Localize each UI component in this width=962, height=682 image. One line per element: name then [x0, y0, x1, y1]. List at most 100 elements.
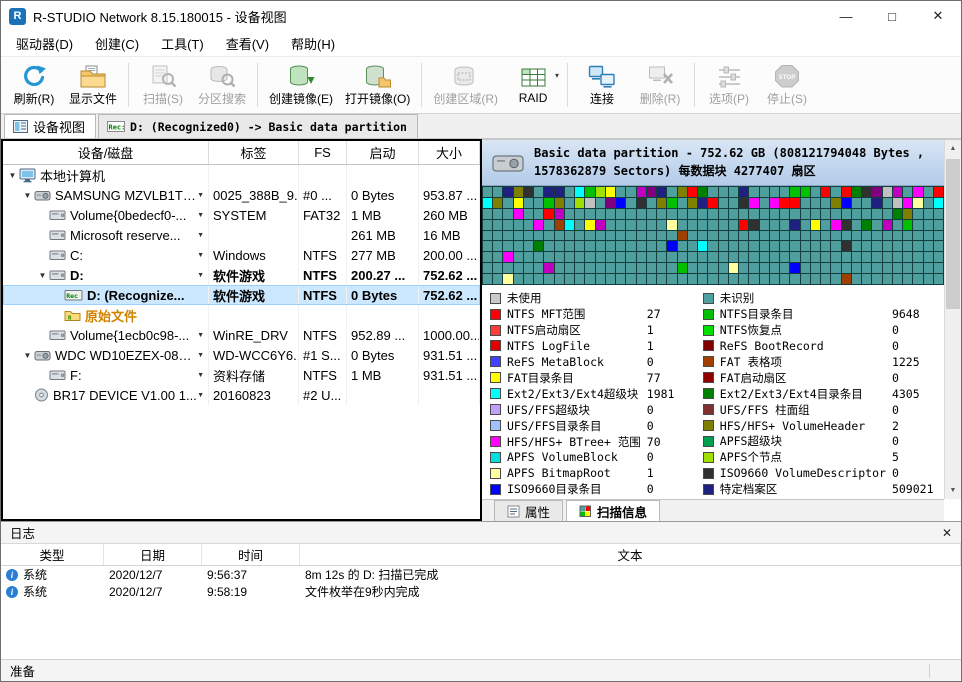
log-column-header-1[interactable]: 日期: [104, 544, 202, 565]
log-row-1[interactable]: i系统2020/12/79:58:19文件枚举在9秒内完成: [1, 583, 961, 600]
toolbar-create-image-button[interactable]: 创建镜像(E): [263, 58, 339, 112]
tree-column-header-2[interactable]: FS: [299, 141, 347, 164]
legend-label: FAT 表格项: [720, 354, 886, 370]
tree-column-header-3[interactable]: 启动: [347, 141, 419, 164]
scrollbar-thumb[interactable]: [946, 159, 960, 309]
minimize-button[interactable]: —: [823, 1, 869, 31]
expander-icon[interactable]: ▼: [21, 191, 34, 200]
volume-icon: [49, 229, 66, 241]
tree-column-header-0[interactable]: 设备/磁盘: [3, 141, 209, 164]
toolbar-refresh-button[interactable]: 刷新(R): [5, 58, 63, 112]
block-map-cell: [821, 198, 830, 208]
menu-item-2[interactable]: 工具(T): [150, 31, 215, 56]
toolbar-show-files-button[interactable]: 显示文件: [63, 58, 123, 112]
expander-icon[interactable]: ▼: [21, 351, 34, 360]
tree-row-9[interactable]: ▼WDC WD10EZEX-08W...▼WD-WCC6Y6...#1 S...…: [3, 345, 480, 365]
log-close-icon[interactable]: ✕: [942, 526, 952, 540]
block-map-cell: [729, 241, 738, 251]
combo-arrow-icon[interactable]: ▼: [197, 212, 206, 219]
tree-row-3[interactable]: Microsoft reserve...▼261 MB16 MB: [3, 225, 480, 245]
block-map-cell: [555, 263, 564, 273]
menu-item-1[interactable]: 创建(C): [84, 31, 150, 56]
tree-row-0[interactable]: ▼本地计算机: [3, 165, 480, 185]
legend-count: 4305: [892, 387, 944, 401]
combo-arrow-icon[interactable]: ▼: [197, 372, 206, 379]
log-column-header-0[interactable]: 类型: [1, 544, 104, 565]
menu-item-0[interactable]: 驱动器(D): [5, 31, 84, 56]
dropdown-arrow-icon[interactable]: ▾: [555, 71, 559, 80]
maximize-button[interactable]: □: [869, 1, 915, 31]
menu-item-4[interactable]: 帮助(H): [280, 31, 346, 56]
fs-cell: #0 ...: [299, 185, 347, 205]
log-column-header-2[interactable]: 时间: [202, 544, 300, 565]
tab-scan-result[interactable]: Rec:D: (Recognized0) -> Basic data parti…: [98, 114, 418, 138]
tree-row-1[interactable]: ▼SAMSUNG MZVLB1T0...▼0025_388B_9...#0 ..…: [3, 185, 480, 205]
vertical-scrollbar[interactable]: ▲ ▼: [944, 140, 961, 499]
legend-swatch: [490, 293, 501, 304]
block-map-cell: [514, 263, 523, 273]
block-map-cell: [852, 220, 861, 230]
tree-row-5[interactable]: ▼D:▼软件游戏NTFS200.27 ...752.62 ...: [3, 265, 480, 285]
menu-item-3[interactable]: 查看(V): [215, 31, 280, 56]
block-map-cell: [493, 209, 502, 219]
log-time-cell: 9:58:19: [202, 583, 300, 600]
toolbar-connect-button[interactable]: 连接: [573, 58, 631, 112]
block-map-cell: [616, 263, 625, 273]
scrollbar-track[interactable]: [945, 157, 961, 482]
tree-row-8[interactable]: Volume{1ecb0c98-...▼WinRE_DRVNTFS952.89 …: [3, 325, 480, 345]
combo-arrow-icon[interactable]: ▼: [197, 192, 206, 199]
block-map-cell: [749, 187, 758, 197]
block-map-cell: [801, 209, 810, 219]
toolbar-raid-button[interactable]: ▾RAID: [504, 58, 562, 112]
expander-icon[interactable]: ▼: [36, 271, 49, 280]
legend-item: NTFS启动扇区1: [490, 322, 699, 338]
tree-row-4[interactable]: C:▼WindowsNTFS277 MB200.00 ...: [3, 245, 480, 265]
block-map[interactable]: [482, 186, 944, 285]
log-row-0[interactable]: i系统2020/12/79:56:378m 12s 的 D: 扫描已完成: [1, 566, 961, 583]
block-map-cell: [688, 241, 697, 251]
tree-row-2[interactable]: Volume{0bedecf0-...▼SYSTEMFAT321 MB260 M…: [3, 205, 480, 225]
label-cell: WD-WCC6Y6...: [209, 345, 299, 365]
close-button[interactable]: ✕: [915, 1, 961, 31]
block-map-cell: [770, 198, 779, 208]
tree-row-11[interactable]: BR17 DEVICE V1.00 1...▼20160823#2 U...: [3, 385, 480, 405]
legend-count: 0: [892, 403, 944, 417]
block-map-cell: [524, 198, 533, 208]
block-map-cell: [883, 187, 892, 197]
block-map-cell: [708, 252, 717, 262]
tree-column-header-1[interactable]: 标签: [209, 141, 299, 164]
tab-device-view[interactable]: 设备视图: [4, 114, 96, 138]
scroll-up-icon[interactable]: ▲: [945, 140, 961, 157]
scroll-down-icon[interactable]: ▼: [945, 482, 961, 499]
combo-arrow-icon[interactable]: ▼: [197, 252, 206, 259]
block-map-cell: [596, 252, 605, 262]
block-map-cell: [493, 241, 502, 251]
boot-cell: 1 MB: [347, 205, 419, 225]
combo-arrow-icon[interactable]: ▼: [197, 272, 206, 279]
tree-column-header-4[interactable]: 大小: [419, 141, 480, 164]
tree-row-10[interactable]: F:▼资料存储NTFS1 MB931.51 ...: [3, 365, 480, 385]
block-map-cell: [729, 231, 738, 241]
legend-count: 0: [892, 339, 944, 353]
block-map-cell: [657, 198, 666, 208]
block-map-cell: [924, 198, 933, 208]
block-map-cell: [893, 274, 902, 284]
legend-label: ReFS BootRecord: [720, 339, 886, 353]
expander-icon[interactable]: ▼: [6, 171, 19, 180]
legend-swatch: [490, 372, 501, 383]
combo-arrow-icon[interactable]: ▼: [197, 332, 206, 339]
tree-row-7[interactable]: R原始文件: [3, 305, 480, 325]
toolbar-open-image-button[interactable]: 打开镜像(O): [339, 58, 416, 112]
tree-row-6[interactable]: RecD: (Recognize...软件游戏NTFS0 Bytes752.62…: [3, 285, 480, 305]
combo-arrow-icon[interactable]: ▼: [197, 232, 206, 239]
toolbar-partition-search-button: 分区搜索: [192, 58, 252, 112]
block-map-cell: [585, 252, 594, 262]
log-column-header-3[interactable]: 文本: [300, 544, 961, 565]
block-map-cell: [934, 263, 943, 273]
combo-arrow-icon[interactable]: ▼: [197, 352, 206, 359]
subtab-properties[interactable]: 属性: [494, 500, 563, 521]
block-map-cell: [637, 241, 646, 251]
legend-count: 1: [647, 323, 699, 337]
combo-arrow-icon[interactable]: ▼: [197, 392, 206, 399]
subtab-scan-info[interactable]: 扫描信息: [566, 500, 660, 521]
